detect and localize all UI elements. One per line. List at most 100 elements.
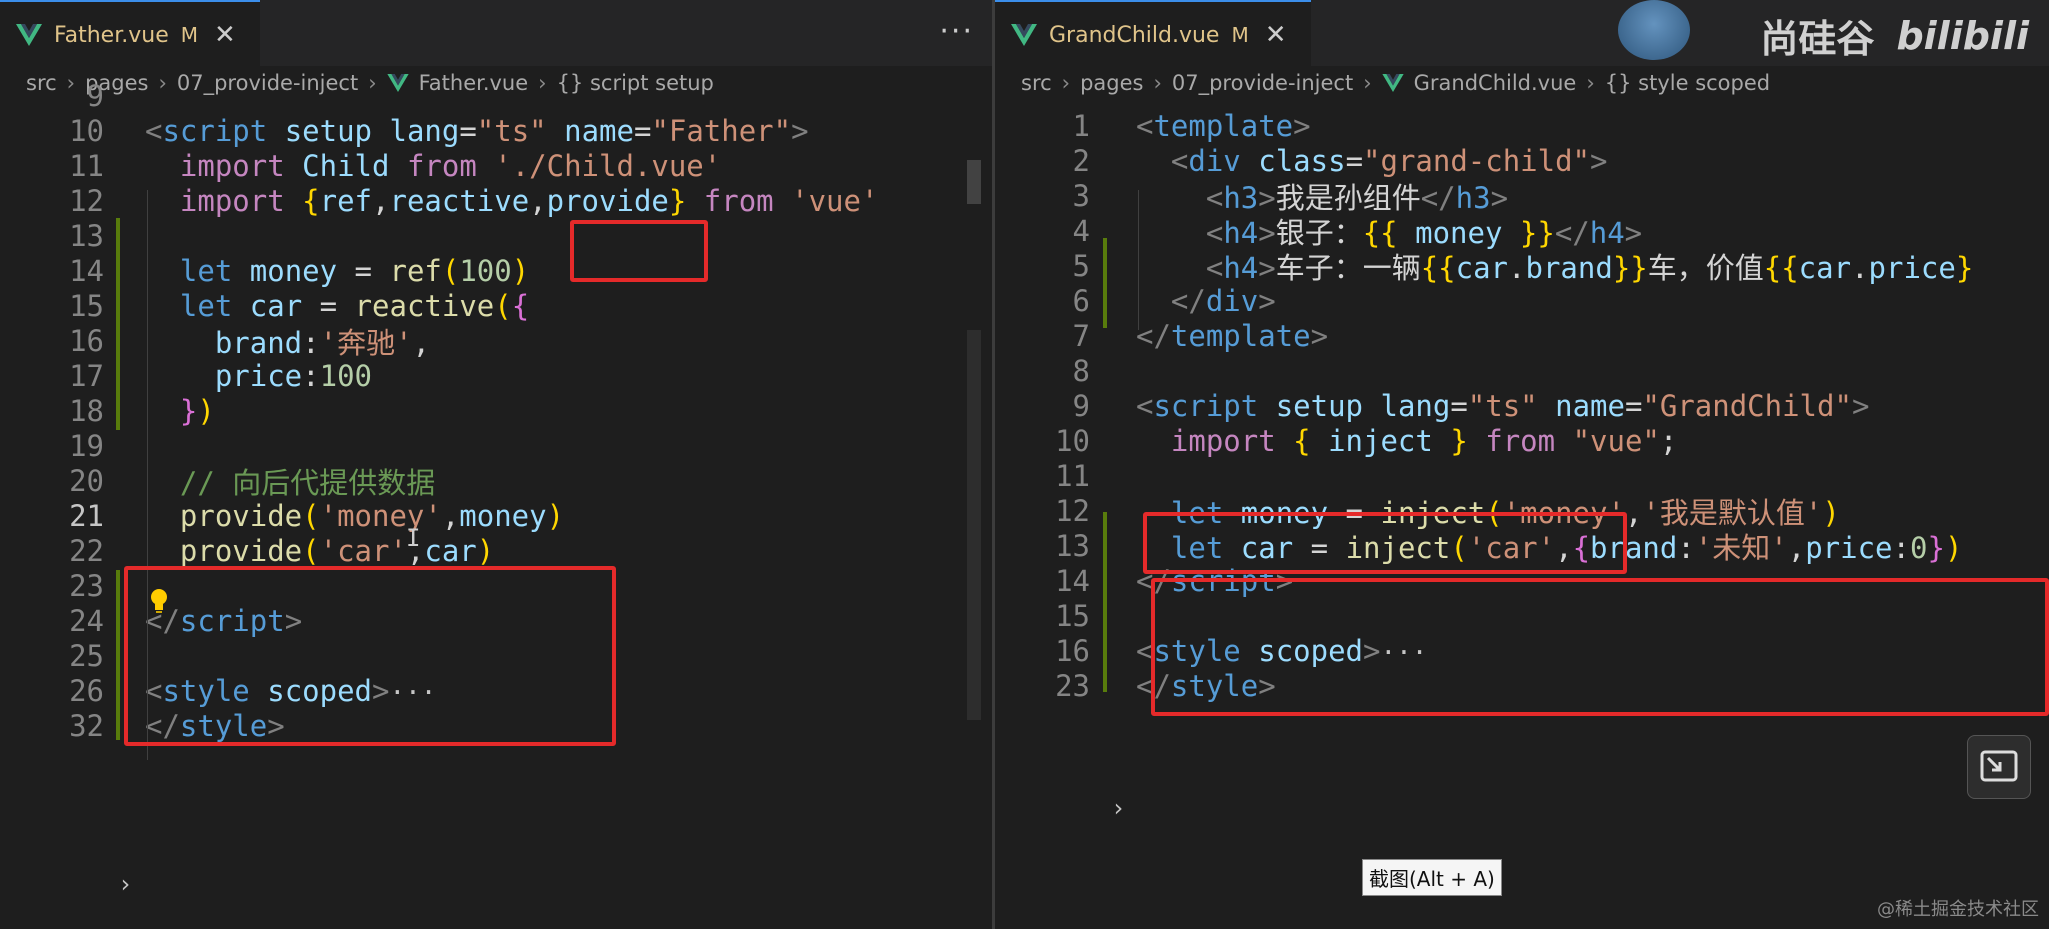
breadcrumb-item[interactable]: pages bbox=[1080, 71, 1143, 95]
tab-grandchild-vue[interactable]: GrandChild.vue M ✕ bbox=[995, 0, 1311, 68]
line-number: 15 bbox=[69, 289, 104, 323]
code-token: </ bbox=[1136, 319, 1171, 353]
line-number: 16 bbox=[1055, 634, 1090, 668]
code-token: = bbox=[337, 254, 390, 288]
code-token: name bbox=[1555, 389, 1625, 423]
line-number: 9 bbox=[86, 79, 104, 113]
breadcrumb-item[interactable]: {} script setup bbox=[557, 71, 714, 95]
line-number: 16 bbox=[69, 324, 104, 358]
line-number: 12 bbox=[1055, 494, 1090, 528]
more-actions-icon[interactable]: ··· bbox=[939, 14, 974, 49]
line-number: 21 bbox=[69, 499, 104, 533]
breadcrumb-item[interactable]: GrandChild.vue bbox=[1414, 71, 1577, 95]
code-token: {{ bbox=[1420, 251, 1456, 285]
watermark: 尚硅谷 bilibili bbox=[1760, 8, 2029, 63]
code-token: class bbox=[1258, 144, 1346, 178]
text-cursor-icon: I bbox=[406, 524, 421, 552]
breadcrumb-item[interactable]: src bbox=[1021, 71, 1052, 95]
breadcrumb-item[interactable]: Father.vue bbox=[419, 71, 529, 95]
git-change-marker bbox=[116, 570, 120, 740]
code-editor[interactable]: 9 10 <script setup lang="ts" name="Father"… bbox=[0, 79, 992, 929]
code-text: <script setup lang="ts" name="Father"> bbox=[145, 114, 809, 148]
code-line[interactable]: 23 </style> bbox=[995, 664, 1276, 708]
code-token: script bbox=[162, 114, 268, 148]
code-token: = bbox=[302, 289, 355, 323]
code-token: setup bbox=[1275, 389, 1364, 423]
close-icon[interactable]: ✕ bbox=[214, 20, 236, 50]
chevron-right-icon[interactable]: › bbox=[118, 870, 132, 898]
code-token: , bbox=[372, 184, 390, 218]
code-token: Child bbox=[302, 149, 390, 183]
code-token: : bbox=[302, 359, 320, 393]
code-token: 'vue' bbox=[791, 184, 879, 218]
code-token: , bbox=[529, 184, 547, 218]
highlight-box-inject-import bbox=[1143, 512, 1627, 574]
code-token: < bbox=[145, 114, 163, 148]
code-token: > bbox=[1258, 251, 1276, 285]
code-token: . bbox=[1508, 251, 1526, 285]
code-text: import { inject } from "vue"; bbox=[1136, 424, 1677, 458]
code-token: ( bbox=[441, 254, 460, 288]
code-token: ) bbox=[1944, 531, 1963, 565]
line-number: 25 bbox=[69, 639, 104, 673]
watermark-brand: 尚硅谷 bbox=[1760, 17, 1875, 61]
breadcrumb-item[interactable]: 07_provide-inject bbox=[177, 71, 358, 95]
code-token: lang bbox=[389, 114, 460, 148]
code-token: ) bbox=[476, 534, 495, 568]
code-token: > bbox=[1851, 389, 1870, 423]
code-text: import {ref,reactive,provide} from 'vue' bbox=[145, 184, 879, 218]
chevron-right-icon: › bbox=[368, 71, 377, 95]
tab-title: Father.vue bbox=[54, 22, 169, 48]
close-icon[interactable]: ✕ bbox=[1265, 20, 1287, 50]
scrollbar-thumb[interactable] bbox=[967, 330, 981, 720]
code-token: 100 bbox=[459, 254, 512, 288]
code-token: { bbox=[1293, 424, 1311, 458]
vue-logo-icon bbox=[16, 24, 42, 46]
code-text: <script setup lang="ts" name="GrandChild… bbox=[1136, 389, 1869, 423]
modified-indicator: M bbox=[1231, 23, 1249, 47]
line-number: 12 bbox=[69, 184, 104, 218]
code-token: </ bbox=[1170, 284, 1206, 318]
code-text: import Child from './Child.vue' bbox=[145, 149, 721, 183]
lightbulb-icon[interactable] bbox=[148, 588, 170, 614]
code-token: price bbox=[214, 359, 303, 393]
tab-father-vue[interactable]: Father.vue M ✕ bbox=[0, 0, 260, 68]
code-token: ( bbox=[494, 289, 512, 323]
code-token: lang bbox=[1380, 389, 1451, 423]
code-token: inject bbox=[1328, 424, 1433, 458]
breadcrumb-item[interactable]: {} style scoped bbox=[1605, 71, 1770, 95]
code-token: car bbox=[1455, 251, 1509, 285]
picture-in-picture-icon[interactable] bbox=[1967, 735, 2031, 799]
code-token: = bbox=[1624, 389, 1643, 423]
code-token: '未知' bbox=[1694, 531, 1788, 565]
scrollbar-thumb[interactable] bbox=[967, 160, 981, 204]
code-text: </template> bbox=[1136, 319, 1328, 353]
line-number: 20 bbox=[69, 464, 104, 498]
modified-indicator: M bbox=[180, 23, 199, 47]
code-token: , bbox=[412, 326, 431, 360]
code-line[interactable]: 32 </style> bbox=[0, 704, 285, 748]
code-token: setup bbox=[284, 114, 373, 148]
breadcrumb: src › pages › 07_provide-inject › GrandC… bbox=[995, 66, 2049, 100]
breadcrumb-item[interactable]: 07_provide-inject bbox=[1172, 71, 1353, 95]
code-token: money bbox=[459, 499, 547, 533]
line-number: 24 bbox=[69, 604, 104, 638]
chevron-right-icon: › bbox=[1586, 71, 1595, 95]
git-change-marker bbox=[116, 218, 120, 430]
git-change-marker bbox=[1103, 512, 1107, 692]
breadcrumb: src › pages › 07_provide-inject › Father… bbox=[0, 66, 992, 100]
chevron-right-icon[interactable]: › bbox=[1111, 794, 1125, 822]
line-number: 3 bbox=[1072, 179, 1090, 213]
